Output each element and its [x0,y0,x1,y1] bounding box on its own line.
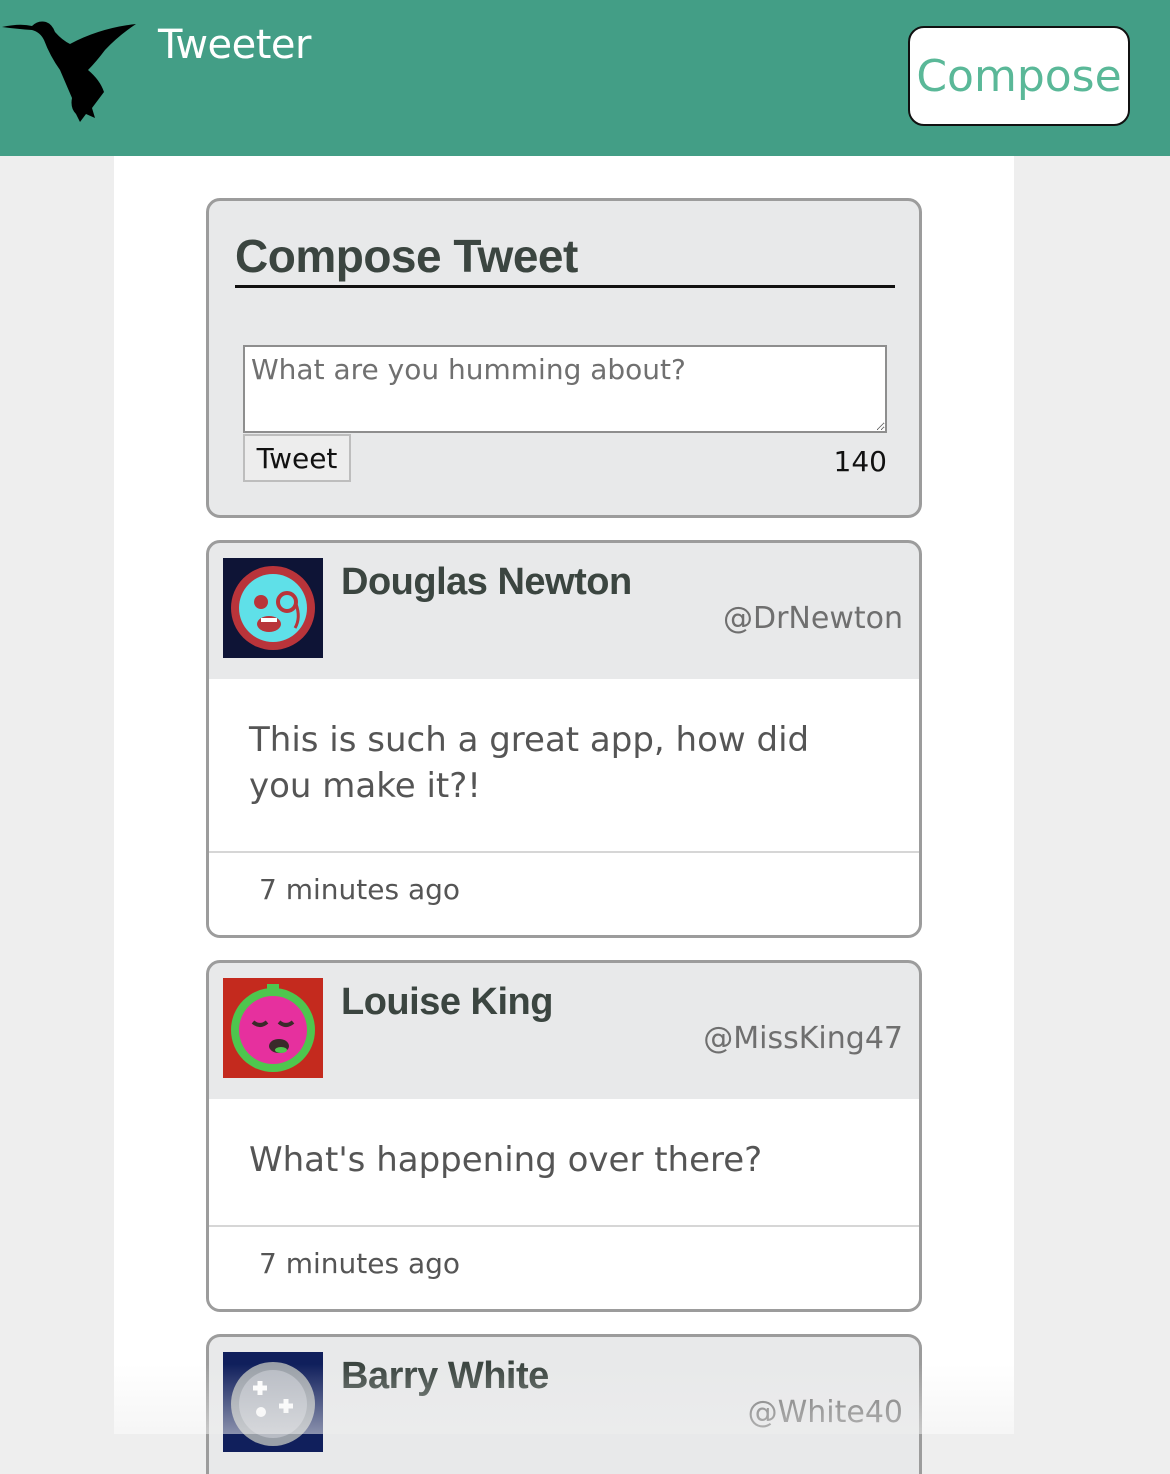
tweet-footer: 7 minutes ago [209,1227,919,1309]
tweet-body: This is such a great app, how did you ma… [209,679,919,853]
compose-button[interactable]: Compose [908,26,1130,126]
tweet-header: Louise King @MissKing47 [209,963,919,1099]
tweet-header: Douglas Newton @DrNewton [209,543,919,679]
app-title: Tweeter [158,22,311,68]
tweet-body: What's happening over there? [209,1099,919,1227]
tweet-button[interactable]: Tweet [243,434,351,482]
tweet-timestamp: 7 minutes ago [259,873,461,906]
monocle-face-icon [223,558,323,658]
author-name: Douglas Newton [341,561,632,603]
compose-tweet-panel: Compose Tweet Tweet 140 [206,198,922,518]
tweet-card: Louise King @MissKing47 What's happening… [206,960,922,1312]
hummingbird-icon [2,21,136,122]
gamepad-face-icon [223,1352,323,1452]
tweet-timestamp: 7 minutes ago [259,1247,461,1280]
character-counter: 140 [833,445,887,478]
compose-title: Compose Tweet [235,229,895,288]
tweet-text: This is such a great app, how did you ma… [249,720,810,806]
tweet-header: Barry White @White40 [209,1337,919,1473]
top-bar: Tweeter Compose [0,0,1170,156]
author-name: Louise King [341,981,553,1023]
tweet-card: Barry White @White40 [206,1334,922,1474]
author-handle: @MissKing47 [703,1021,903,1056]
tweet-input[interactable] [243,345,887,433]
author-handle: @White40 [747,1395,903,1430]
tweet-card: Douglas Newton @DrNewton This is such a … [206,540,922,938]
sleepy-face-icon [223,978,323,1078]
author-handle: @DrNewton [723,601,903,636]
tweet-footer: 7 minutes ago [209,853,919,935]
main-column: Compose Tweet Tweet 140 Douglas Newton @… [114,156,1014,1474]
author-name: Barry White [341,1355,549,1397]
tweet-text: What's happening over there? [249,1140,763,1180]
